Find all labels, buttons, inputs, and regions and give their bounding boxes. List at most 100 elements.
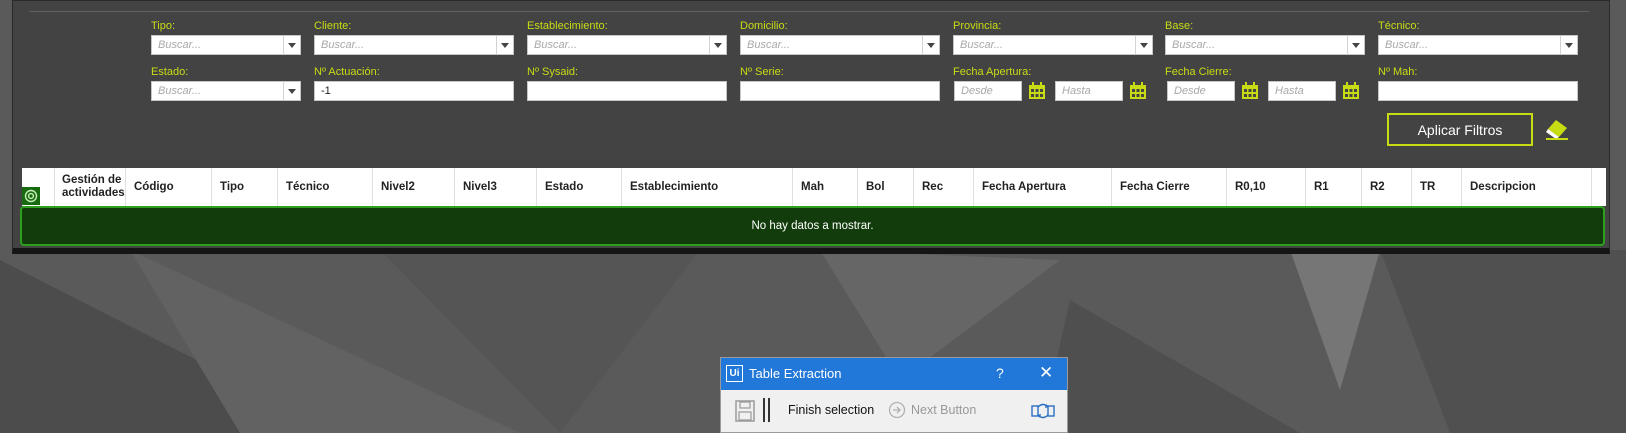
chevron-down-icon[interactable] xyxy=(1560,36,1577,54)
filter-label: Estado: xyxy=(151,66,189,78)
finish-selection-button[interactable]: Finish selection xyxy=(788,403,874,417)
divider xyxy=(29,11,1589,12)
column-header[interactable]: Fecha Cierre xyxy=(1112,168,1227,206)
filter-label: Tipo: xyxy=(151,20,176,32)
filter-label: Base: xyxy=(1165,20,1194,32)
column-header[interactable]: Nivel2 xyxy=(373,168,455,206)
estado-select[interactable]: Buscar... xyxy=(151,81,301,101)
column-header[interactable]: R2 xyxy=(1362,168,1412,206)
close-button[interactable]: ✕ xyxy=(1039,363,1053,383)
sysaid-input[interactable] xyxy=(527,81,727,101)
column-header[interactable]: Establecimiento xyxy=(622,168,793,206)
toolbar: Finish selection Next Button xyxy=(721,390,1067,432)
apertura-desde-input[interactable]: Desde xyxy=(954,81,1022,101)
filter-label: Nº Mah: xyxy=(1378,66,1418,78)
filter-serie: Nº Serie: xyxy=(740,66,940,101)
empty-table-message: No hay datos a mostrar. xyxy=(20,206,1605,246)
save-icon[interactable] xyxy=(735,400,755,422)
filter-label: Fecha Apertura: xyxy=(953,66,1032,78)
placeholder: Buscar... xyxy=(1172,39,1215,51)
placeholder: Buscar... xyxy=(534,39,577,51)
chevron-down-icon[interactable] xyxy=(1135,36,1152,54)
column-header[interactable]: Rec xyxy=(914,168,974,206)
cierre-desde-input[interactable]: Desde xyxy=(1167,81,1235,101)
chevron-down-icon[interactable] xyxy=(922,36,939,54)
filter-label: Fecha Cierre: xyxy=(1165,66,1232,78)
placeholder: Desde xyxy=(1174,85,1206,97)
column-header[interactable]: R1 xyxy=(1306,168,1362,206)
filter-label: Nº Actuación: xyxy=(314,66,380,78)
filter-provincia: Provincia: Buscar... xyxy=(953,20,1153,55)
chevron-down-icon[interactable] xyxy=(283,36,300,54)
apertura-hasta-input[interactable]: Hasta xyxy=(1055,81,1123,101)
next-icon[interactable] xyxy=(888,401,906,419)
chevron-down-icon[interactable] xyxy=(496,36,513,54)
column-header[interactable]: Fecha Apertura xyxy=(974,168,1112,206)
filter-label: Cliente: xyxy=(314,20,352,32)
window-title: Table Extraction xyxy=(749,366,842,381)
apply-filters-button[interactable]: Aplicar Filtros xyxy=(1387,113,1533,146)
next-button[interactable]: Next Button xyxy=(911,403,976,417)
column-header[interactable]: Tipo xyxy=(212,168,278,206)
finish-icon xyxy=(768,398,770,422)
filter-fecha-cierre: Fecha Cierre: Desde Hasta xyxy=(1165,66,1365,101)
refresh-icon[interactable] xyxy=(1031,400,1055,422)
input-value: -1 xyxy=(321,85,331,97)
filter-tipo: Tipo: Buscar... xyxy=(151,20,301,55)
filter-establecimiento: Establecimiento: Buscar... xyxy=(527,20,727,55)
placeholder: Buscar... xyxy=(747,39,790,51)
serie-input[interactable] xyxy=(740,81,940,101)
chevron-down-icon[interactable] xyxy=(283,82,300,100)
table-header: Gestión de actividades Código Tipo Técni… xyxy=(22,168,1606,206)
column-header[interactable]: TR xyxy=(1412,168,1462,206)
chevron-down-icon[interactable] xyxy=(709,36,726,54)
domicilio-select[interactable]: Buscar... xyxy=(740,35,940,55)
column-header[interactable]: Mah xyxy=(793,168,858,206)
placeholder: Buscar... xyxy=(321,39,364,51)
calendar-icon[interactable] xyxy=(1241,81,1259,101)
placeholder: Buscar... xyxy=(158,85,201,97)
placeholder: Desde xyxy=(961,85,993,97)
filter-label: Domicilio: xyxy=(740,20,788,32)
mah-input[interactable] xyxy=(1378,81,1578,101)
calendar-icon[interactable] xyxy=(1342,81,1360,101)
filter-label: Provincia: xyxy=(953,20,1002,32)
column-header[interactable]: R0,10 xyxy=(1227,168,1306,206)
placeholder: Buscar... xyxy=(158,39,201,51)
filter-label: Establecimiento: xyxy=(527,20,608,32)
finish-icon xyxy=(763,398,765,422)
tipo-select[interactable]: Buscar... xyxy=(151,35,301,55)
cierre-hasta-input[interactable]: Hasta xyxy=(1268,81,1336,101)
calendar-icon[interactable] xyxy=(1129,81,1147,101)
placeholder: Buscar... xyxy=(1385,39,1428,51)
placeholder: Buscar... xyxy=(960,39,1003,51)
cliente-select[interactable]: Buscar... xyxy=(314,35,514,55)
help-button[interactable]: ? xyxy=(996,365,1004,381)
filter-base: Base: Buscar... xyxy=(1165,20,1365,55)
actuacion-input[interactable]: -1 xyxy=(314,81,514,101)
base-select[interactable]: Buscar... xyxy=(1165,35,1365,55)
table-extraction-window: Ui Table Extraction ? ✕ Finish selection… xyxy=(720,357,1068,433)
column-header[interactable]: Código xyxy=(126,168,212,206)
column-header[interactable]: Bol xyxy=(858,168,914,206)
placeholder: Hasta xyxy=(1275,85,1304,97)
column-header[interactable]: Descripcion xyxy=(1462,168,1592,206)
filter-fecha-apertura: Fecha Apertura: Desde Hasta xyxy=(953,66,1153,101)
filter-estado: Estado: Buscar... xyxy=(151,66,301,101)
column-header[interactable]: Gestión de actividades xyxy=(55,168,126,206)
filter-sysaid: Nº Sysaid: xyxy=(527,66,727,101)
provincia-select[interactable]: Buscar... xyxy=(953,35,1153,55)
column-header[interactable]: Nivel3 xyxy=(455,168,537,206)
tecnico-select[interactable]: Buscar... xyxy=(1378,35,1578,55)
chevron-down-icon[interactable] xyxy=(1347,36,1364,54)
calendar-icon[interactable] xyxy=(1028,81,1046,101)
filter-label: Nº Sysaid: xyxy=(527,66,579,78)
column-header[interactable]: Técnico xyxy=(278,168,373,206)
filter-label: Técnico: xyxy=(1378,20,1420,32)
gear-icon[interactable] xyxy=(22,187,40,205)
title-bar[interactable]: Ui Table Extraction ? ✕ xyxy=(721,358,1067,390)
column-header[interactable]: Estado xyxy=(537,168,622,206)
filter-cliente: Cliente: Buscar... xyxy=(314,20,514,55)
eraser-icon[interactable] xyxy=(1545,118,1569,140)
establecimiento-select[interactable]: Buscar... xyxy=(527,35,727,55)
